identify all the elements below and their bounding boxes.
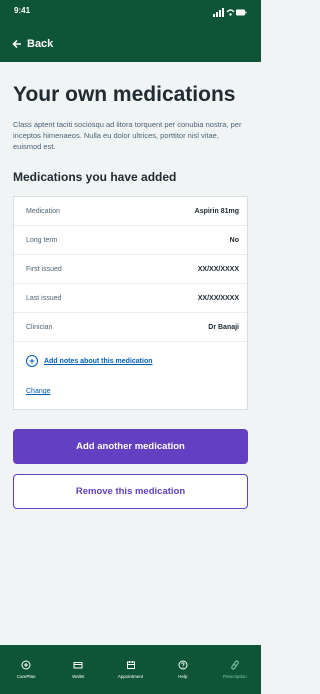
question-icon — [178, 660, 188, 670]
bottom-tab-bar: CarePlan Wallet Appointment Help Prescri… — [0, 645, 261, 694]
signal-battery-icon — [213, 8, 247, 17]
row-key: First issued — [26, 265, 62, 273]
tab-label: Appointment — [117, 674, 144, 679]
tab-prescription[interactable]: Prescription — [209, 645, 261, 694]
status-time: 9:41 — [14, 6, 31, 15]
section-heading: Medications you have added — [13, 170, 177, 184]
row-key: Medication — [26, 207, 60, 215]
plus-circle-icon: + — [26, 355, 38, 367]
remove-medication-button[interactable]: Remove this medication — [13, 474, 248, 509]
main-content: Your own medications Class aptent taciti… — [0, 82, 261, 509]
row-key: Clinician — [26, 323, 53, 331]
row-value: XX/XX/XXXX — [197, 265, 239, 273]
summary-row: Last issued XX/XX/XXXX — [14, 284, 247, 313]
back-label: Back — [27, 38, 54, 50]
change-link[interactable]: Change — [14, 367, 247, 409]
plus-circle-icon — [21, 660, 31, 670]
add-notes-link-row: + Add notes about this medication — [14, 342, 247, 367]
tab-help[interactable]: Help — [157, 645, 209, 694]
tab-appointment[interactable]: Appointment — [104, 645, 156, 694]
row-value: XX/XX/XXXX — [197, 294, 239, 302]
summary-row: First issued XX/XX/XXXX — [14, 255, 247, 284]
app-header: 9:41 Back — [0, 0, 261, 62]
add-medication-button[interactable]: Add another medication — [13, 429, 248, 464]
lead-text: Class aptent taciti sociosqu ad litora t… — [13, 120, 242, 151]
back-button[interactable]: Back — [12, 38, 53, 50]
add-notes-link[interactable]: Add notes about this medication — [44, 358, 153, 365]
summary-row: Long term No — [14, 226, 247, 255]
tab-label: Wallet — [72, 674, 85, 679]
status-bar: 9:41 — [14, 6, 247, 20]
pill-icon — [231, 660, 239, 670]
row-value: Dr Banaji — [208, 323, 239, 331]
arrow-left-icon — [12, 39, 21, 49]
row-value: Aspirin 81mg — [194, 207, 239, 215]
wallet-icon — [73, 662, 83, 669]
row-key: Last issued — [26, 294, 62, 302]
row-value: No — [229, 236, 239, 244]
calendar-icon — [126, 661, 135, 669]
row-key: Long term — [26, 236, 58, 244]
summary-row: Medication Aspirin 81mg — [14, 197, 247, 226]
tab-label: Help — [178, 674, 188, 679]
tab-label: Prescription — [223, 674, 247, 679]
page-title: Your own medications — [13, 83, 236, 106]
medication-summary-card: Medication Aspirin 81mg Long term No Fir… — [13, 196, 248, 410]
tab-label: CarePlan — [16, 674, 36, 679]
summary-row: Clinician Dr Banaji — [14, 313, 247, 342]
tab-careplan[interactable]: CarePlan — [0, 645, 52, 694]
tab-wallet[interactable]: Wallet — [52, 645, 104, 694]
